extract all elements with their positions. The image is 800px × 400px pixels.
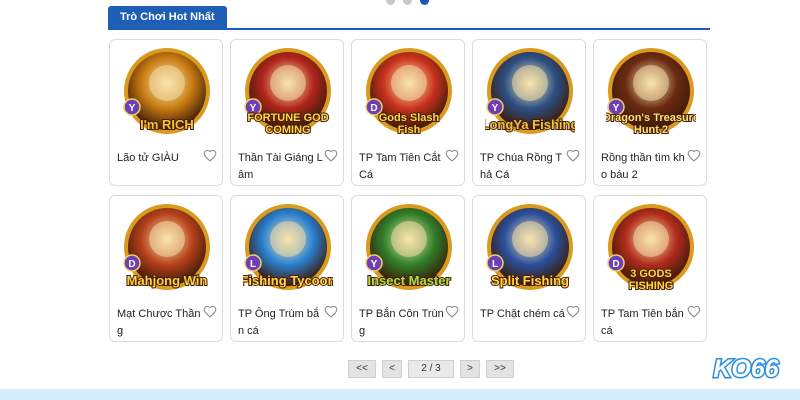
game-art-title: Gods Slash	[379, 112, 440, 124]
game-card[interactable]: Y LongYa Fishing TP Chúa Rồng Thả Cá	[472, 39, 586, 186]
game-card[interactable]: D 3 GODS FISHING TP Tam Tiên bắn cá	[593, 195, 707, 342]
game-card[interactable]: Y Insect Master TP Bắn Côn Trùng	[351, 195, 465, 342]
provider-badge: D	[128, 259, 135, 270]
section-divider	[108, 28, 710, 30]
carousel-dot-3[interactable]	[420, 0, 429, 5]
favorite-heart-icon[interactable]	[203, 149, 217, 163]
game-card[interactable]: D Gods Slash Fish TP Tam Tiên Cắt Cá	[351, 39, 465, 186]
game-art-title: COMING	[265, 124, 310, 136]
favorite-heart-icon[interactable]	[445, 149, 459, 163]
favorite-heart-icon[interactable]	[203, 305, 217, 319]
game-art-title: LongYa Fishing	[485, 117, 575, 132]
provider-badge: D	[370, 103, 377, 114]
carousel-dots	[386, 0, 429, 5]
provider-badge: D	[612, 259, 619, 270]
first-page-button[interactable]: <<	[348, 360, 376, 378]
game-card[interactable]: Y FORTUNE GOD COMING Thần Tài Giáng Lâm	[230, 39, 344, 186]
carousel-dot-2[interactable]	[403, 0, 412, 5]
game-art-title: Fish	[398, 124, 421, 136]
game-art-title: FISHING	[629, 280, 674, 292]
game-art-title: 3 GODS	[630, 268, 672, 280]
game-name: TP Tam Tiên bắn cá	[601, 308, 684, 337]
favorite-heart-icon[interactable]	[687, 149, 701, 163]
pagination: << < 2 / 3 > >>	[348, 360, 514, 378]
favorite-heart-icon[interactable]	[566, 305, 580, 319]
favorite-heart-icon[interactable]	[324, 305, 338, 319]
game-card[interactable]: L Fishing Tycoon TP Ông Trùm bắn cá	[230, 195, 344, 342]
game-name: TP Chặt chém cá	[480, 308, 565, 320]
favorite-heart-icon[interactable]	[445, 305, 459, 319]
game-card[interactable]: Y Dragon's Treasure Hunt 2 Rồng thần tìm kh…	[593, 39, 707, 186]
game-card[interactable]: Y I'm RICH Lão tử GIÀU	[109, 39, 223, 186]
prev-page-button[interactable]: <	[382, 360, 402, 378]
favorite-heart-icon[interactable]	[687, 305, 701, 319]
game-thumbnail: Y I'm RICH	[123, 48, 210, 134]
game-name: Rồng thần tìm kho báu 2	[601, 152, 685, 181]
game-art-title: Dragon's Treasure	[606, 112, 696, 124]
game-name: Thần Tài Giáng Lâm	[238, 152, 323, 181]
game-art-title: Insect Master	[367, 273, 450, 288]
game-thumbnail: Y LongYa Fishing	[485, 48, 575, 134]
game-card[interactable]: D Mahjong Win Mạt Chược Thần g	[109, 195, 223, 342]
page-indicator: 2 / 3	[408, 360, 454, 378]
game-thumbnail: L Fishing Tycoon	[243, 204, 333, 290]
game-art-title: Mahjong Win	[127, 273, 208, 288]
game-thumbnail: YFORTUNE GODCOMING	[244, 48, 331, 137]
game-name: Lão tử GIÀU	[117, 152, 179, 164]
next-page-button[interactable]: >	[460, 360, 480, 378]
carousel-dot-1[interactable]	[386, 0, 395, 5]
provider-badge: Y	[492, 103, 499, 114]
game-grid: Y I'm RICH Lão tử GIÀU Y FORTUNE GOD COMING Th…	[109, 39, 707, 342]
provider-badge: L	[492, 259, 498, 270]
section-title: Trò Chơi Hot Nhất	[108, 6, 227, 28]
footer-band	[0, 389, 800, 400]
game-thumbnail: Y Insect Master	[365, 204, 452, 290]
game-name: TP Chúa Rồng Thả Cá	[480, 152, 563, 181]
favorite-heart-icon[interactable]	[324, 149, 338, 163]
provider-badge: L	[250, 259, 256, 270]
game-art-title: Split Fishing	[491, 273, 569, 288]
favorite-heart-icon[interactable]	[566, 149, 580, 163]
game-name: TP Bắn Côn Trùng	[359, 308, 444, 337]
game-card[interactable]: L Split Fishing TP Chặt chém cá	[472, 195, 586, 342]
game-thumbnail: DGods SlashFish	[365, 48, 452, 137]
game-thumbnail: D 3 GODSFISHING	[607, 204, 694, 293]
svg-text:KO66: KO66	[713, 355, 779, 383]
game-art-title: I'm RICH	[140, 117, 194, 132]
game-name: TP Ông Trùm bắn cá	[238, 308, 320, 337]
page: Trò Chơi Hot Nhất Y I'm RICH Lão tử GIÀU Y F…	[0, 0, 800, 400]
game-art-title: Fishing Tycoon	[243, 273, 333, 288]
brand-logo: KO66	[712, 354, 781, 385]
provider-badge: Y	[371, 259, 378, 270]
game-thumbnail: L Split Fishing	[486, 204, 573, 290]
game-name: Mạt Chược Thần g	[117, 308, 201, 337]
last-page-button[interactable]: >>	[486, 360, 514, 378]
game-art-title: FORTUNE GOD	[247, 112, 328, 124]
game-art-title: Hunt 2	[634, 124, 668, 136]
game-thumbnail: D Mahjong Win	[123, 204, 210, 290]
game-thumbnail: YDragon's TreasureHunt 2	[606, 48, 696, 137]
game-name: TP Tam Tiên Cắt Cá	[359, 152, 441, 181]
provider-badge: Y	[129, 103, 136, 114]
